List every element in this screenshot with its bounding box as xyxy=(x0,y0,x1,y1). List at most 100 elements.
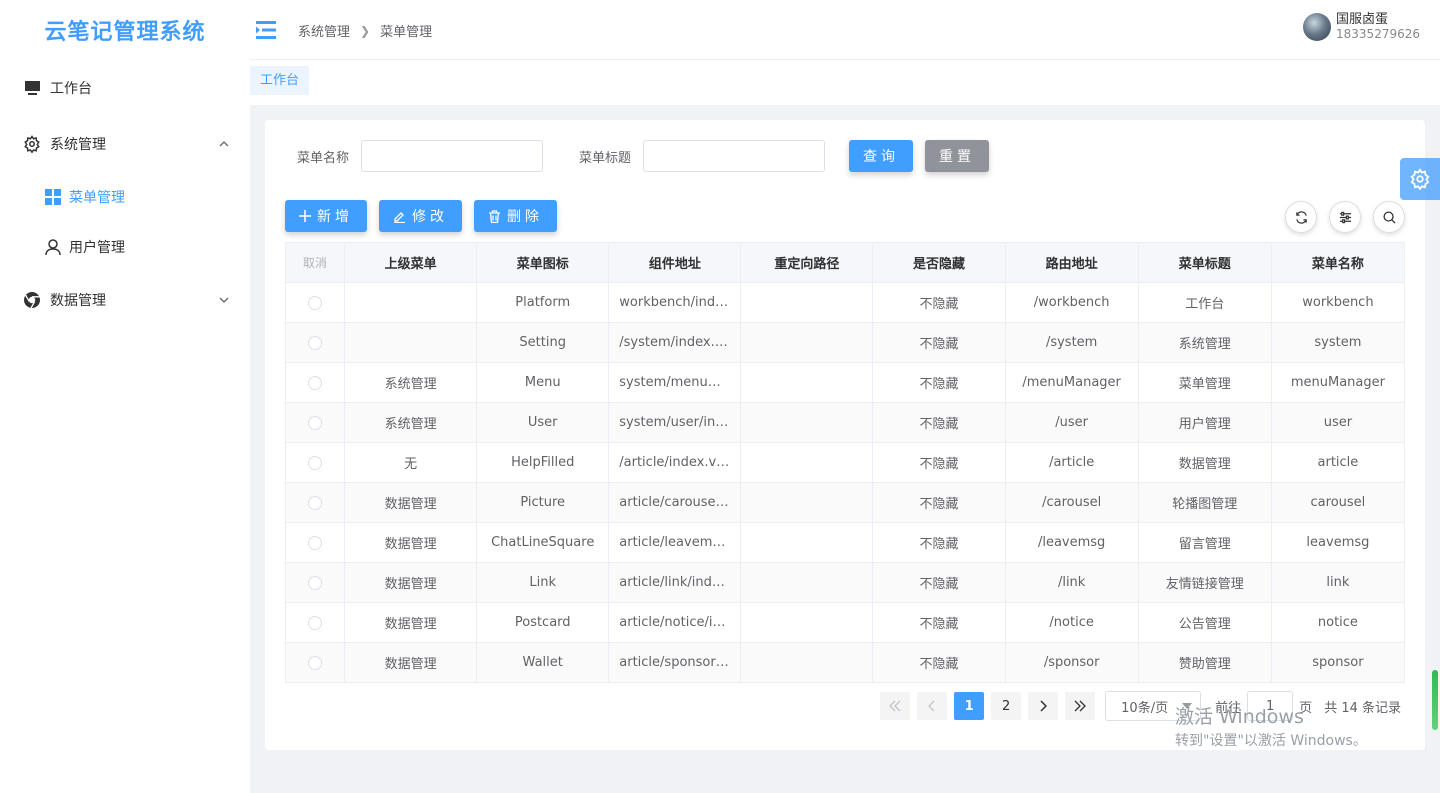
row-radio-cell[interactable] xyxy=(285,362,346,403)
row-radio-cell[interactable] xyxy=(285,482,346,523)
table-cell: 轮播图管理 xyxy=(1138,482,1272,523)
refresh-button[interactable] xyxy=(1285,201,1317,233)
table-cell: 系统管理 xyxy=(344,402,478,443)
row-radio-cell[interactable] xyxy=(285,402,346,443)
table-cell: article/link/index.vue xyxy=(608,562,742,603)
column-header: 重定向路径 xyxy=(740,242,874,283)
row-radio[interactable] xyxy=(308,655,323,670)
sidebar-item-menu-manage[interactable]: 菜单管理 xyxy=(0,172,250,222)
row-radio[interactable] xyxy=(308,535,323,550)
table-row[interactable]: Setting/system/index.vue 不隐藏/system 系统管理 sy… xyxy=(285,322,1406,363)
table-cell: /carousel xyxy=(1005,482,1139,523)
breadcrumb-item[interactable]: 系统管理 xyxy=(298,21,350,40)
search-toggle-button[interactable] xyxy=(1373,201,1405,233)
column-header: 菜单图标 xyxy=(476,242,610,283)
table-cell: /system/index.vue xyxy=(608,322,742,363)
watermark-title: 激活 Windows xyxy=(1175,706,1304,728)
edit-button[interactable]: 修改 xyxy=(379,200,462,232)
table-cell: 工作台 xyxy=(1138,282,1272,323)
tag-workbench[interactable]: 工作台 xyxy=(250,66,310,95)
row-radio-cell[interactable] xyxy=(285,642,346,683)
table-cell xyxy=(740,642,874,683)
table-cell: HelpFilled xyxy=(476,442,610,483)
table-row[interactable]: Platformworkbench/index.vue 不隐藏/workbench… xyxy=(285,282,1406,323)
table-cell: Setting xyxy=(476,322,610,363)
prev-page-icon[interactable] xyxy=(917,692,948,720)
chevron-up-icon xyxy=(219,141,229,147)
table-cell: 用户管理 xyxy=(1138,402,1272,443)
table-row[interactable]: 数据管理Walletarticle/sponsor/index.vue 不隐藏/s… xyxy=(285,642,1406,683)
first-page-icon[interactable] xyxy=(880,692,911,720)
column-settings-button[interactable] xyxy=(1329,201,1361,233)
last-page-icon[interactable] xyxy=(1065,692,1096,720)
collapse-menu-icon[interactable] xyxy=(252,18,278,42)
row-radio-cell[interactable] xyxy=(285,602,346,643)
table-cell: 菜单管理 xyxy=(1138,362,1272,403)
table-cell xyxy=(740,442,874,483)
query-button[interactable]: 查询 xyxy=(849,140,914,172)
table-cell: /menuManager xyxy=(1005,362,1139,403)
table-cell: workbench xyxy=(1271,282,1406,323)
table-cell: /leavemsg xyxy=(1005,522,1139,563)
search-icon xyxy=(1382,210,1396,224)
row-radio[interactable] xyxy=(308,415,323,430)
page-number[interactable]: 2 xyxy=(991,692,1022,720)
row-radio-cell[interactable] xyxy=(285,522,346,563)
row-radio[interactable] xyxy=(308,335,323,350)
chevron-down-icon xyxy=(219,297,229,303)
reset-button[interactable]: 重置 xyxy=(925,140,990,172)
table-cell: 不隐藏 xyxy=(872,282,1006,323)
row-radio[interactable] xyxy=(308,495,323,510)
table-cell: /article/index.vue xyxy=(608,442,742,483)
table-row[interactable]: 数据管理ChatLineSquarearticle/leavemsg/index… xyxy=(285,522,1406,563)
edit-button-label: 修改 xyxy=(412,209,448,225)
table-cell: 不隐藏 xyxy=(872,362,1006,403)
table-cell: system xyxy=(1271,322,1406,363)
sidebar-item-system[interactable]: 系统管理 xyxy=(0,116,250,172)
row-radio[interactable] xyxy=(308,615,323,630)
column-header: 是否隐藏 xyxy=(872,242,1006,283)
table-row[interactable]: 系统管理Usersystem/user/index.vue 不隐藏/user用户管… xyxy=(285,402,1406,443)
table-row[interactable]: 系统管理Menusystem/menuManager/index.vue 不隐藏/… xyxy=(285,362,1406,403)
sidebar-item-workbench[interactable]: 工作台 xyxy=(0,60,250,116)
watermark-subtitle: 转到"设置"以激活 Windows。 xyxy=(1175,733,1367,749)
table-cell: User xyxy=(476,402,610,443)
row-radio-cell[interactable] xyxy=(285,442,346,483)
row-radio[interactable] xyxy=(308,375,323,390)
table-cell: 不隐藏 xyxy=(872,482,1006,523)
sidebar-item-user-manage[interactable]: 用户管理 xyxy=(0,222,250,272)
table-row[interactable]: 数据管理Postcardarticle/notice/index.vue 不隐藏/… xyxy=(285,602,1406,643)
row-radio[interactable] xyxy=(308,575,323,590)
row-radio[interactable] xyxy=(308,455,323,470)
row-radio-cell[interactable] xyxy=(285,322,346,363)
next-page-icon[interactable] xyxy=(1028,692,1059,720)
row-radio[interactable] xyxy=(308,295,323,310)
trash-icon xyxy=(488,209,501,223)
sidebar-item-data[interactable]: 数据管理 xyxy=(0,272,250,328)
page-size-value: 10条/页 xyxy=(1121,700,1169,716)
menu-name-input[interactable] xyxy=(361,140,544,172)
delete-button[interactable]: 删除 xyxy=(474,200,557,232)
table-cell: 不隐藏 xyxy=(872,642,1006,683)
avatar[interactable] xyxy=(1303,12,1332,41)
add-button[interactable]: 新增 xyxy=(285,200,367,232)
table-cell: 友情链接管理 xyxy=(1138,562,1272,603)
table-row[interactable]: 数据管理Linkarticle/link/index.vue 不隐藏/link友情… xyxy=(285,562,1406,603)
row-radio-cell[interactable] xyxy=(285,282,346,323)
chevron-right-icon: ❯ xyxy=(360,23,371,38)
menu-title-label: 菜单标题 xyxy=(579,150,632,166)
user-profile[interactable]: 国服卤蛋 18335279626 xyxy=(1303,12,1420,41)
menu-title-input[interactable] xyxy=(643,140,826,172)
table-row[interactable]: 数据管理Picturearticle/carousel/index.vue 不隐藏… xyxy=(285,482,1406,523)
table-cell: 系统管理 xyxy=(344,362,478,403)
table-row[interactable]: 无 HelpFilled/article/index.vue 不隐藏/article… xyxy=(285,442,1406,483)
theme-settings-button[interactable] xyxy=(1400,158,1440,200)
row-radio-cell[interactable] xyxy=(285,562,346,603)
table-cell: ChatLineSquare xyxy=(476,522,610,563)
scrollbar[interactable] xyxy=(1432,670,1438,730)
user-phone: 18335279626 xyxy=(1336,27,1420,41)
column-header-cancel[interactable]: 取消 xyxy=(285,242,346,283)
page-number[interactable]: 1 xyxy=(954,692,985,720)
table-cell: 不隐藏 xyxy=(872,402,1006,443)
table-cell: 不隐藏 xyxy=(872,322,1006,363)
